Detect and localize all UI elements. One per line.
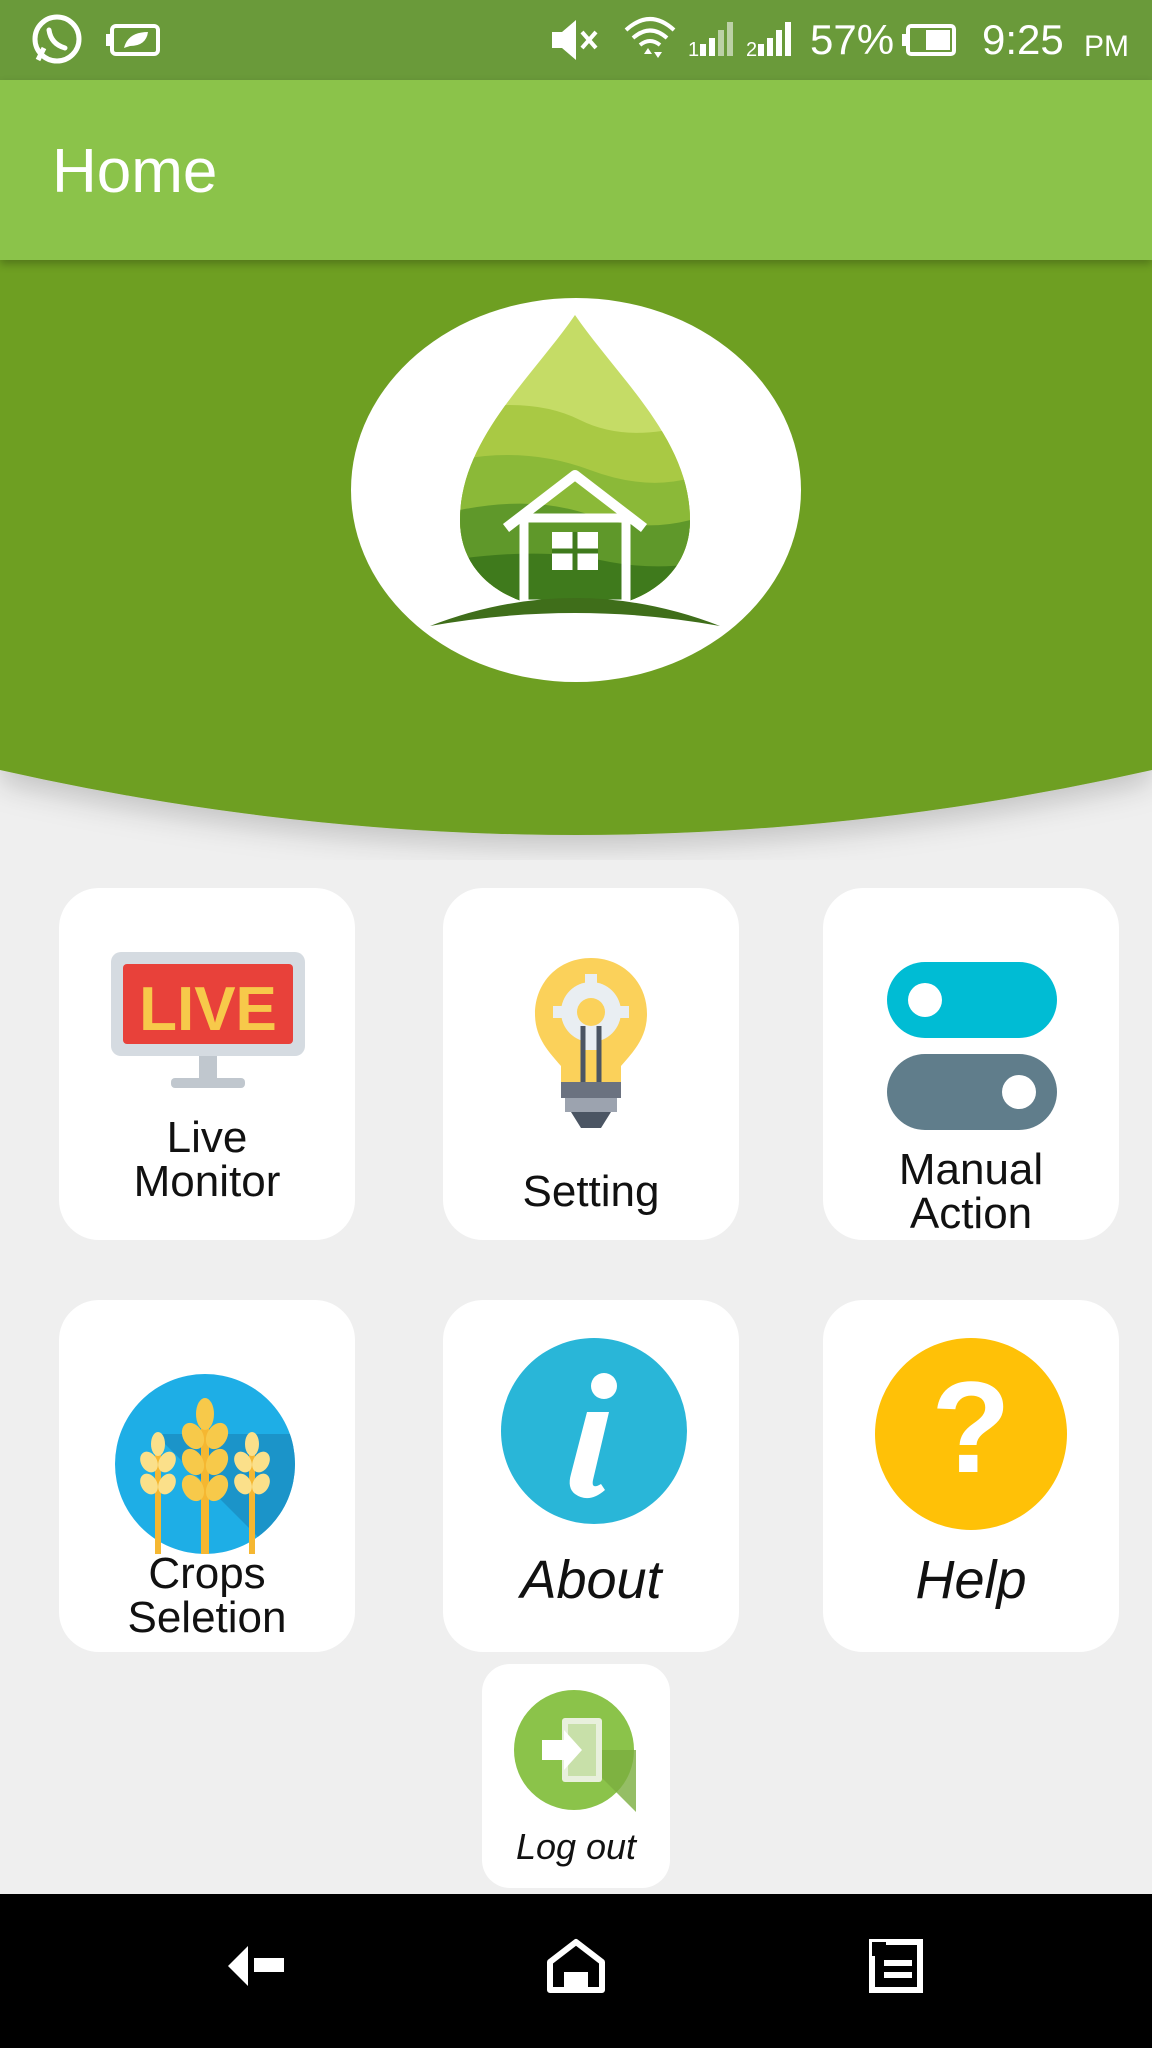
battery-icon <box>902 24 958 63</box>
battery-saver-icon <box>106 20 164 65</box>
setting-label: Setting <box>522 1167 660 1216</box>
bulb-gear-icon <box>531 954 651 1139</box>
crops-selection-tile[interactable]: Crops Seletion <box>59 1300 355 1652</box>
live-icon: LIVE <box>111 952 305 1097</box>
back-icon[interactable] <box>226 1942 286 1995</box>
status-bar: 1 2 57% 9:25 PM <box>0 0 1152 80</box>
live-badge-text: LIVE <box>139 975 277 1044</box>
logout-label: Log out <box>515 1826 637 1867</box>
home-icon[interactable] <box>546 1938 606 1999</box>
signal-2-icon: 2 <box>746 22 796 63</box>
mute-icon <box>548 18 602 67</box>
wheat-icon <box>115 1374 295 1559</box>
clock-ampm: PM <box>1084 30 1129 63</box>
signal-1-icon: 1 <box>688 22 736 63</box>
help-label: Help <box>915 1550 1027 1610</box>
logout-button[interactable]: Log out <box>482 1664 670 1888</box>
info-icon <box>501 1338 687 1529</box>
setting-tile[interactable]: Setting <box>443 888 739 1240</box>
crops-selection-label: Crops Seletion <box>127 1549 287 1642</box>
logout-icon <box>512 1688 636 1817</box>
app-bar: Home <box>0 80 1152 260</box>
help-glyph: ? <box>931 1354 1010 1500</box>
navigation-bar <box>0 1894 1152 2048</box>
wifi-icon <box>622 12 678 71</box>
svg-text:1: 1 <box>688 39 699 58</box>
manual-action-tile[interactable]: Manual Action <box>823 888 1119 1240</box>
page-title: Home <box>52 137 218 206</box>
svg-text:2: 2 <box>746 39 757 58</box>
live-monitor-label: Live Monitor <box>133 1113 281 1206</box>
manual-action-label: Manual Action <box>898 1145 1044 1238</box>
help-icon: ? <box>875 1338 1067 1535</box>
whatsapp-icon <box>30 12 84 71</box>
about-label: About <box>520 1550 662 1610</box>
live-monitor-tile[interactable]: LIVE Live Monitor <box>59 888 355 1240</box>
about-tile[interactable]: About <box>443 1300 739 1652</box>
toggle-switches-icon <box>887 962 1057 1137</box>
battery-percent: 57% <box>810 16 895 63</box>
drop-house-logo <box>420 310 730 640</box>
clock-time: 9:25 <box>982 16 1064 63</box>
recents-icon[interactable] <box>868 1938 924 1999</box>
help-tile[interactable]: ? Help <box>823 1300 1119 1652</box>
